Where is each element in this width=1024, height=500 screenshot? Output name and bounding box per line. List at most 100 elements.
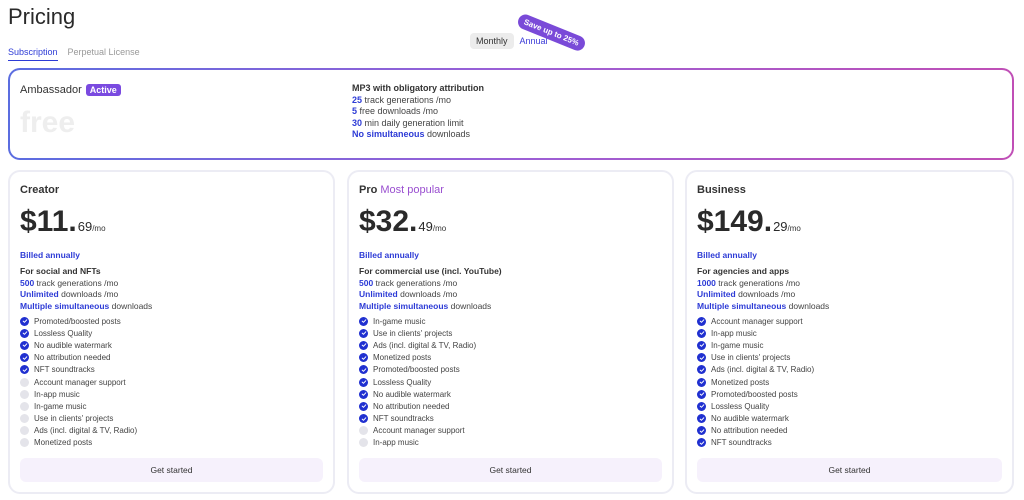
plan-name: Creator [20,184,60,196]
plan-price: $32. 49 /mo [359,205,446,239]
feature-line: 5 free downloads /mo [352,106,439,116]
feature-item: Use in clients' projects [20,413,137,425]
check-circle-icon [359,340,368,350]
plan-card-creator: Creator $11. 69 /mo Billed annually For … [8,170,335,494]
billed-annually: Billed annually [359,250,419,260]
summary-line: 500 track generations /mo [20,277,119,288]
check-circle-icon [20,316,29,326]
check-circle-icon [359,389,368,399]
feature-line: 30 min daily generation limit [352,117,464,128]
feature-item: Ads (incl. digital & TV, Radio) [20,425,137,437]
plan-price: $11. 69 /mo [20,205,106,239]
check-circle-icon [697,426,706,436]
feature-item: In-app music [359,437,476,449]
feature-item: NFT soundtracks [20,364,137,376]
check-circle-icon [359,377,368,387]
check-circle-icon [20,414,29,424]
feature-item: Use in clients' projects [359,327,476,339]
check-circle-icon [359,426,368,436]
ambassador-features: MP3 with obligatory attribution 25 track… [352,83,484,141]
feature-item: Monetized posts [359,352,476,364]
feature-item: No attribution needed [20,352,137,364]
feature-item: Account manager support [359,425,476,437]
plan-card-pro: Pro Most popular $32. 49 /mo Billed annua… [347,170,674,494]
plan-price: $149. 29 /mo [697,205,801,239]
summary-line: Multiple simultaneous downloads [20,300,153,311]
check-circle-icon [359,438,368,448]
active-badge: Active [85,84,121,96]
feature-item: No attribution needed [359,400,476,412]
check-circle-icon [697,340,706,350]
check-circle-icon [359,365,368,375]
feature-item: NFT soundtracks [697,437,814,449]
check-circle-icon [697,365,706,375]
summary-title: For social and NFTs [20,266,101,276]
feature-item: Lossless Quality [359,376,476,388]
feature-list: Promoted/boosted posts Lossless Quality … [20,315,137,449]
check-circle-icon [20,401,29,411]
check-circle-icon [20,353,29,363]
check-circle-icon [20,389,29,399]
feature-item: Account manager support [697,315,814,327]
get-started-button[interactable]: Get started [20,458,323,482]
plan-card-business: Business $149. 29 /mo Billed annually Fo… [685,170,1014,494]
price-main: $32. [359,205,418,238]
price-cents: 69 [77,219,93,234]
feature-item: In-game music [359,315,476,327]
feature-item: No audible watermark [20,339,137,351]
feature-item: Promoted/boosted posts [359,364,476,376]
get-started-button[interactable]: Get started [359,458,662,482]
feature-item: In-app music [697,327,814,339]
price-cents: 49 [418,219,433,234]
plan-summary: For commercial use (incl. YouTube) 500 tr… [359,266,502,312]
feature-item: Promoted/boosted posts [697,388,814,400]
feature-item: No audible watermark [359,388,476,400]
feature-item: In-game music [697,339,814,351]
feature-item: No audible watermark [697,413,814,425]
check-circle-icon [359,353,368,363]
check-circle-icon [697,353,706,363]
feature-item: Ads (incl. digital & TV, Radio) [359,339,476,351]
tab-perpetual-license[interactable]: Perpetual License [68,47,140,61]
feature-item: NFT soundtracks [359,413,476,425]
feature-item: Monetized posts [697,376,814,388]
summary-line: 500 track generations /mo [359,277,458,288]
feature-item: Lossless Quality [697,400,814,412]
feature-item: Monetized posts [20,437,137,449]
check-circle-icon [697,328,706,338]
plan-summary: For agencies and apps 1000 track generati… [697,266,829,312]
features-title: MP3 with obligatory attribution [352,83,484,93]
check-circle-icon [359,328,368,338]
price-per: /mo [432,224,447,233]
check-circle-icon [20,438,29,448]
ambassador-name-row: Ambassador Active [20,84,121,96]
price-cents: 29 [773,219,788,234]
check-circle-icon [697,377,706,387]
check-circle-icon [697,316,706,326]
summary-line: Unlimited downloads /mo [697,289,796,299]
check-circle-icon [20,328,29,338]
tab-subscription[interactable]: Subscription [8,47,58,61]
check-circle-icon [359,414,368,424]
check-circle-icon [20,426,29,436]
summary-title: For agencies and apps [697,266,790,276]
ambassador-plan-card: Ambassador Active free MP3 with obligato… [8,68,1014,160]
check-circle-icon [697,438,706,448]
most-popular-label: Most popular [380,184,444,196]
get-started-button[interactable]: Get started [697,458,1002,482]
billed-annually: Billed annually [697,250,757,260]
toggle-monthly[interactable]: Monthly [470,33,514,49]
feature-list: In-game music Use in clients' projects A… [359,315,476,449]
summary-line: Unlimited downloads /mo [359,289,458,299]
summary-line: Multiple simultaneous downloads [359,300,492,311]
feature-item: Ads (incl. digital & TV, Radio) [697,364,814,376]
plan-name: Pro Most popular [359,184,444,196]
check-circle-icon [359,316,368,326]
billing-toggle: Monthly Annual Save up to 25% [470,12,587,53]
plan-name: Ambassador [20,84,82,96]
check-circle-icon [20,365,29,375]
plan-price: free [20,106,76,139]
summary-line: Unlimited downloads /mo [20,289,119,299]
feature-line: No simultaneous downloads [352,129,471,139]
summary-line: Multiple simultaneous downloads [697,300,830,311]
